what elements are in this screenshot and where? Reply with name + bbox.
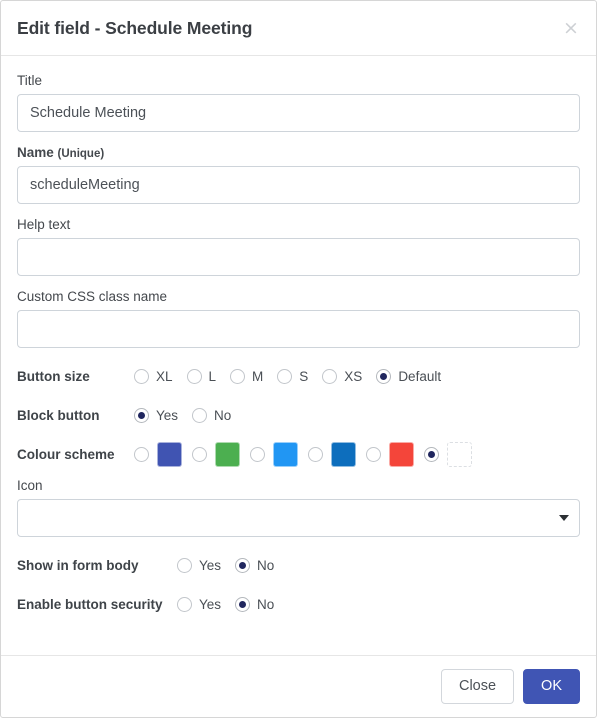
- name-label: Name (Unique): [17, 145, 580, 160]
- option-label: M: [252, 368, 264, 384]
- radio-icon-selected[interactable]: [235, 596, 251, 612]
- radio-icon[interactable]: [134, 446, 149, 462]
- option-label: XL: [156, 368, 173, 384]
- block-button-option-no[interactable]: No: [192, 407, 232, 423]
- radio-icon-selected[interactable]: [424, 446, 439, 462]
- icon-label: Icon: [17, 478, 43, 493]
- radio-icon[interactable]: [250, 446, 265, 462]
- option-label: S: [299, 368, 309, 384]
- radio-icon[interactable]: [277, 368, 293, 384]
- colour-swatch-green[interactable]: [215, 441, 240, 467]
- field-custom-css: Custom CSS class name: [17, 289, 580, 348]
- radio-icon[interactable]: [177, 596, 192, 612]
- name-input[interactable]: [17, 166, 580, 204]
- colour-swatch-red[interactable]: [389, 441, 414, 467]
- radio-icon[interactable]: [192, 407, 208, 423]
- option-label: XS: [344, 368, 363, 384]
- row-show-in-form-body: Show in form body Yes No: [17, 550, 580, 580]
- button-size-option-l[interactable]: L: [186, 368, 217, 384]
- button-size-option-xs[interactable]: XS: [322, 368, 363, 384]
- help-text-label: Help text: [17, 217, 71, 232]
- radio-icon-selected[interactable]: [376, 368, 392, 384]
- colour-swatch-light-blue[interactable]: [273, 441, 298, 467]
- field-icon: Icon: [17, 478, 580, 537]
- radio-icon[interactable]: [308, 446, 323, 462]
- radio-icon[interactable]: [366, 446, 381, 462]
- row-enable-button-security: Enable button security Yes No: [17, 589, 580, 619]
- colour-option-none[interactable]: [424, 441, 472, 467]
- enable-button-security-option-no[interactable]: No: [235, 596, 275, 612]
- radio-icon[interactable]: [322, 368, 338, 384]
- radio-icon[interactable]: [134, 368, 149, 384]
- dialog-body: Title Name (Unique) Help text Custom CSS…: [1, 56, 596, 655]
- option-label: Default: [398, 368, 442, 384]
- option-label: Yes: [199, 596, 222, 612]
- button-size-label: Button size: [17, 368, 90, 384]
- colour-option-green[interactable]: [192, 441, 240, 467]
- option-label: Yes: [199, 557, 222, 573]
- block-button-label: Block button: [17, 407, 100, 423]
- colour-option-indigo[interactable]: [134, 441, 182, 467]
- show-in-form-body-label: Show in form body: [17, 557, 139, 573]
- row-button-size: Button size XL L M S XS Default: [17, 361, 580, 391]
- colour-swatch-blue[interactable]: [331, 441, 356, 467]
- radio-icon[interactable]: [230, 368, 246, 384]
- dialog-title: Edit field - Schedule Meeting: [17, 17, 253, 38]
- colour-swatch-indigo[interactable]: [157, 441, 182, 467]
- name-label-unique: (Unique): [57, 148, 105, 160]
- help-text-input[interactable]: [17, 238, 580, 276]
- title-input[interactable]: [17, 94, 580, 132]
- show-in-form-body-option-yes[interactable]: Yes: [177, 557, 222, 573]
- field-title: Title: [17, 73, 580, 132]
- edit-field-dialog: Edit field - Schedule Meeting × Title Na…: [0, 0, 597, 718]
- field-help-text: Help text: [17, 217, 580, 276]
- button-size-option-s[interactable]: S: [277, 368, 309, 384]
- button-size-option-m[interactable]: M: [230, 368, 264, 384]
- row-colour-scheme: Colour scheme: [17, 439, 580, 469]
- option-label: No: [257, 557, 275, 573]
- enable-button-security-option-yes[interactable]: Yes: [177, 596, 222, 612]
- icon-select[interactable]: [17, 499, 580, 537]
- row-block-button: Block button Yes No: [17, 400, 580, 430]
- option-label: Yes: [156, 407, 179, 423]
- ok-button[interactable]: OK: [523, 668, 580, 705]
- button-size-option-xl[interactable]: XL: [134, 368, 173, 384]
- button-size-option-default[interactable]: Default: [376, 368, 442, 384]
- radio-icon-selected[interactable]: [235, 557, 251, 573]
- colour-option-red[interactable]: [366, 441, 414, 467]
- colour-scheme-label: Colour scheme: [17, 446, 115, 462]
- colour-option-blue[interactable]: [308, 441, 356, 467]
- name-label-text: Name: [17, 145, 54, 160]
- colour-swatch-none[interactable]: [447, 441, 472, 467]
- radio-icon[interactable]: [177, 557, 192, 573]
- close-icon[interactable]: ×: [560, 17, 582, 39]
- radio-icon[interactable]: [186, 368, 202, 384]
- icon-select-wrap: [17, 499, 580, 537]
- show-in-form-body-option-no[interactable]: No: [235, 557, 275, 573]
- colour-option-light-blue[interactable]: [250, 441, 298, 467]
- close-button[interactable]: Close: [440, 668, 515, 705]
- enable-button-security-label: Enable button security: [17, 596, 163, 612]
- custom-css-input[interactable]: [17, 310, 580, 348]
- radio-icon[interactable]: [192, 446, 207, 462]
- title-label: Title: [17, 73, 43, 88]
- option-label: No: [214, 407, 232, 423]
- block-button-option-yes[interactable]: Yes: [134, 407, 179, 423]
- field-name: Name (Unique): [17, 145, 580, 204]
- dialog-header: Edit field - Schedule Meeting ×: [1, 1, 596, 56]
- radio-icon-selected[interactable]: [134, 407, 149, 423]
- custom-css-label: Custom CSS class name: [17, 289, 168, 304]
- dialog-footer: Close OK: [1, 655, 596, 717]
- option-label: L: [208, 368, 217, 384]
- option-label: No: [257, 596, 275, 612]
